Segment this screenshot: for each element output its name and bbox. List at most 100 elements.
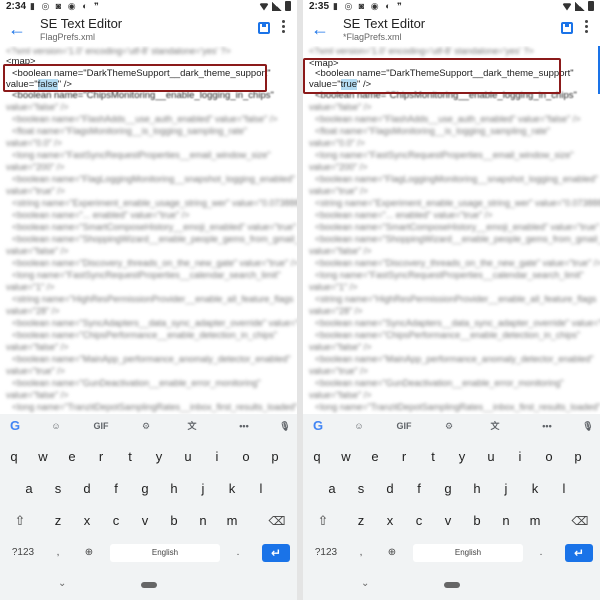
sticker-icon[interactable]: ☺ <box>48 418 64 434</box>
key[interactable]: a <box>17 476 41 502</box>
more-options-icon[interactable]: ••• <box>234 418 254 434</box>
key[interactable]: o <box>234 444 258 470</box>
key[interactable]: a <box>320 476 344 502</box>
key[interactable]: b <box>465 508 489 534</box>
key[interactable]: j <box>494 476 518 502</box>
symbols-key[interactable]: ?123 <box>6 540 40 566</box>
key[interactable]: f <box>407 476 431 502</box>
key[interactable]: j <box>191 476 215 502</box>
text-editor[interactable]: <?xml version='1.0' encoding='utf-8' sta… <box>303 46 600 414</box>
symbols-key[interactable]: ?123 <box>309 540 343 566</box>
highlight-box <box>303 58 561 94</box>
key[interactable]: b <box>162 508 186 534</box>
key[interactable]: y <box>147 444 171 470</box>
key[interactable]: c <box>104 508 128 534</box>
chevron-down-icon[interactable]: ⌄ <box>58 578 66 589</box>
key[interactable]: e <box>60 444 84 470</box>
arrow-left-icon[interactable]: ← <box>8 20 26 38</box>
key[interactable]: x <box>378 508 402 534</box>
more-vert-icon[interactable] <box>282 20 286 36</box>
arrow-left-icon[interactable]: ← <box>311 20 329 38</box>
key[interactable]: t <box>421 444 445 470</box>
key[interactable]: g <box>436 476 460 502</box>
key-row-1: q w e r t y u i o p <box>0 444 297 472</box>
key[interactable]: h <box>162 476 186 502</box>
chevron-down-icon[interactable]: ⌄ <box>361 578 369 589</box>
comma-key[interactable]: , <box>351 540 371 566</box>
key[interactable]: u <box>479 444 503 470</box>
key[interactable]: z <box>46 508 70 534</box>
key[interactable]: s <box>349 476 373 502</box>
key[interactable]: k <box>523 476 547 502</box>
key[interactable]: k <box>220 476 244 502</box>
key[interactable]: p <box>263 444 287 470</box>
save-icon[interactable] <box>258 22 270 34</box>
comma-key[interactable]: , <box>48 540 68 566</box>
key[interactable]: z <box>349 508 373 534</box>
settings-gear-icon[interactable]: ⚙ <box>441 418 457 434</box>
key[interactable]: i <box>508 444 532 470</box>
key[interactable]: m <box>220 508 244 534</box>
key[interactable]: q <box>2 444 26 470</box>
key[interactable]: f <box>104 476 128 502</box>
microphone-icon[interactable]: 🎙 <box>581 418 595 434</box>
translate-icon[interactable]: 文 <box>184 418 200 434</box>
shift-key[interactable]: ⇧ <box>8 508 32 534</box>
key[interactable]: r <box>392 444 416 470</box>
key[interactable]: w <box>31 444 55 470</box>
key[interactable]: g <box>133 476 157 502</box>
backspace-key[interactable]: ⌫ <box>568 508 592 534</box>
enter-key[interactable]: ↵ <box>262 544 290 562</box>
key[interactable]: d <box>378 476 402 502</box>
key[interactable]: o <box>537 444 561 470</box>
key[interactable]: l <box>552 476 576 502</box>
sticker-icon[interactable]: ☺ <box>351 418 367 434</box>
key[interactable]: v <box>133 508 157 534</box>
key[interactable]: p <box>566 444 590 470</box>
enter-key[interactable]: ↵ <box>565 544 593 562</box>
key[interactable]: d <box>75 476 99 502</box>
key[interactable]: n <box>494 508 518 534</box>
key[interactable]: i <box>205 444 229 470</box>
key[interactable]: v <box>436 508 460 534</box>
file-name: FlagPrefs.xml <box>40 32 96 42</box>
microphone-icon[interactable]: 🎙 <box>278 418 292 434</box>
text-editor[interactable]: <?xml version='1.0' encoding='utf-8' sta… <box>0 46 297 414</box>
app-title: SE Text Editor <box>40 16 123 31</box>
globe-icon[interactable]: ⊕ <box>381 540 403 566</box>
home-pill-icon[interactable] <box>444 582 460 588</box>
key[interactable]: l <box>249 476 273 502</box>
shift-key[interactable]: ⇧ <box>311 508 335 534</box>
globe-icon[interactable]: ⊕ <box>78 540 100 566</box>
key[interactable]: h <box>465 476 489 502</box>
more-options-icon[interactable]: ••• <box>537 418 557 434</box>
period-key[interactable]: . <box>228 540 248 566</box>
gif-button[interactable]: GIF <box>90 418 112 434</box>
key-row-1: q w e r t y u i o p <box>303 444 600 472</box>
space-key[interactable]: English <box>110 544 220 562</box>
key[interactable]: u <box>176 444 200 470</box>
key[interactable]: r <box>89 444 113 470</box>
key[interactable]: s <box>46 476 70 502</box>
gif-button[interactable]: GIF <box>393 418 415 434</box>
save-icon[interactable] <box>561 22 573 34</box>
google-g-icon[interactable]: G <box>8 418 22 434</box>
highlight-box <box>3 64 267 92</box>
key[interactable]: c <box>407 508 431 534</box>
key[interactable]: n <box>191 508 215 534</box>
key[interactable]: e <box>363 444 387 470</box>
google-g-icon[interactable]: G <box>311 418 325 434</box>
more-vert-icon[interactable] <box>585 20 589 36</box>
key[interactable]: y <box>450 444 474 470</box>
key[interactable]: t <box>118 444 142 470</box>
translate-icon[interactable]: 文 <box>487 418 503 434</box>
backspace-key[interactable]: ⌫ <box>265 508 289 534</box>
home-pill-icon[interactable] <box>141 582 157 588</box>
period-key[interactable]: . <box>531 540 551 566</box>
space-key[interactable]: English <box>413 544 523 562</box>
key[interactable]: q <box>305 444 329 470</box>
key[interactable]: m <box>523 508 547 534</box>
settings-gear-icon[interactable]: ⚙ <box>138 418 154 434</box>
key[interactable]: w <box>334 444 358 470</box>
key[interactable]: x <box>75 508 99 534</box>
